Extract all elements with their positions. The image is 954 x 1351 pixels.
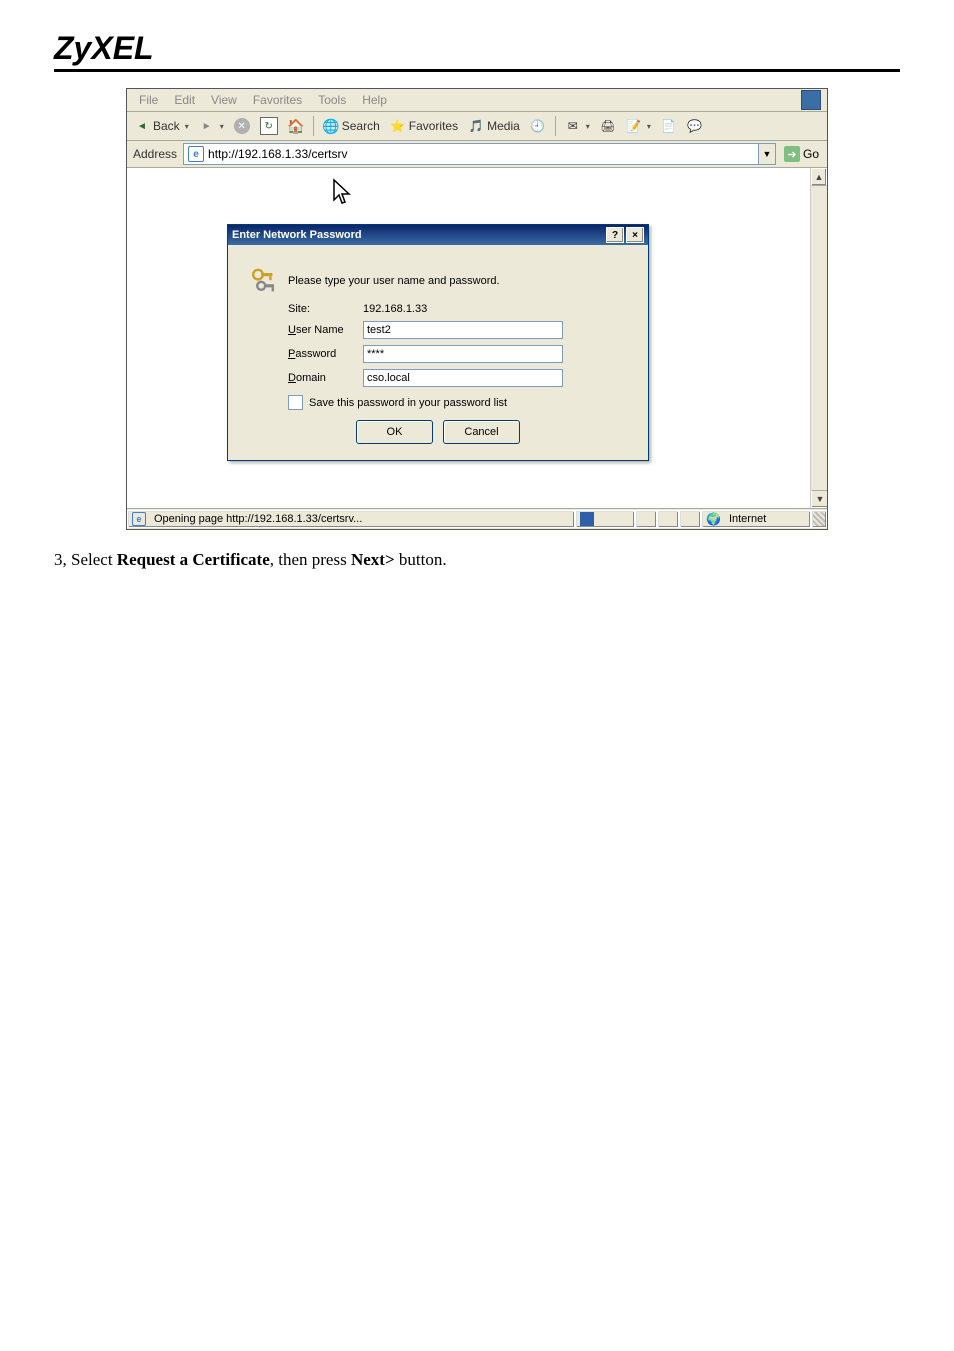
dialog-help-button[interactable]: ?: [606, 227, 624, 243]
doc-logo: ZyXEL: [54, 30, 900, 67]
progress-indicator-icon: [580, 512, 594, 526]
favorites-button[interactable]: Favorites: [387, 117, 461, 135]
auth-dialog: Enter Network Password ? ×: [227, 224, 649, 461]
status-zone: Internet: [701, 510, 811, 528]
search-icon: [323, 118, 339, 134]
address-label: Address: [131, 147, 179, 161]
print-button[interactable]: [597, 117, 619, 135]
back-arrow-icon: [134, 118, 150, 134]
go-icon: ➜: [784, 146, 800, 162]
home-button[interactable]: [285, 117, 307, 135]
refresh-button[interactable]: ↻: [257, 116, 281, 136]
username-input[interactable]: [363, 321, 563, 339]
status-message: Opening page http://192.168.1.33/certsrv…: [154, 513, 362, 525]
menu-favorites[interactable]: Favorites: [245, 93, 310, 107]
windows-flag-icon: [801, 90, 821, 110]
go-button[interactable]: ➜ Go: [780, 146, 823, 162]
page-icon: [661, 118, 677, 134]
username-label: User Name: [288, 324, 363, 336]
discuss-icon: [687, 118, 703, 134]
favorites-label: Favorites: [409, 119, 458, 133]
scroll-up-button[interactable]: ▲: [811, 168, 827, 186]
status-progress-cell: [575, 510, 635, 528]
vertical-scrollbar[interactable]: ▲ ▼: [810, 168, 827, 508]
forward-arrow-icon: [199, 118, 215, 134]
doc-horizontal-rule: [54, 69, 900, 72]
save-password-checkbox[interactable]: [288, 395, 303, 410]
toolbar: Back ✕ ↻ Search Favorites: [127, 112, 827, 141]
domain-label: Domain: [288, 372, 363, 384]
ie-window: File Edit View Favorites Tools Help Back…: [126, 88, 828, 530]
keys-icon: [250, 265, 282, 297]
address-dropdown[interactable]: ▼: [759, 143, 776, 165]
history-button[interactable]: [527, 117, 549, 135]
favorites-icon: [390, 118, 406, 134]
back-button[interactable]: Back: [131, 117, 192, 135]
mail-icon: [565, 118, 581, 134]
status-message-cell: Opening page http://192.168.1.33/certsrv…: [127, 510, 575, 528]
ie-page-icon: [188, 146, 204, 162]
media-label: Media: [487, 119, 520, 133]
dialog-close-button[interactable]: ×: [626, 227, 644, 243]
status-zone-text: Internet: [729, 513, 766, 525]
browser-viewport: ▲ ▼ Enter Network Password ? ×: [127, 168, 827, 508]
resize-grip-icon[interactable]: [811, 510, 827, 528]
menu-view[interactable]: View: [203, 93, 245, 107]
password-input[interactable]: [363, 345, 563, 363]
internet-zone-icon: [706, 512, 725, 526]
password-label: Password: [288, 348, 363, 360]
menu-help[interactable]: Help: [354, 93, 395, 107]
ok-button[interactable]: OK: [356, 420, 433, 444]
forward-button[interactable]: [196, 117, 227, 135]
toolbar-separator-2: [555, 116, 556, 136]
domain-input[interactable]: [363, 369, 563, 387]
media-button[interactable]: Media: [465, 117, 523, 135]
media-icon: [468, 118, 484, 134]
save-password-label: Save this password in your password list: [309, 397, 507, 409]
discuss-button[interactable]: [684, 117, 706, 135]
stop-button[interactable]: ✕: [231, 117, 253, 135]
status-mini-2: [657, 510, 679, 528]
page-button[interactable]: [658, 117, 680, 135]
address-input[interactable]: http://192.168.1.33/certsrv: [183, 143, 759, 165]
history-icon: [530, 118, 546, 134]
menu-file[interactable]: File: [131, 93, 166, 107]
cancel-button[interactable]: Cancel: [443, 420, 520, 444]
search-label: Search: [342, 119, 380, 133]
status-bar: Opening page http://192.168.1.33/certsrv…: [127, 508, 827, 529]
site-value: 192.168.1.33: [363, 303, 427, 315]
status-mini-3: [679, 510, 701, 528]
home-icon: [288, 118, 304, 134]
scroll-down-button[interactable]: ▼: [811, 490, 827, 508]
edit-icon: [626, 118, 642, 134]
status-ie-icon: [132, 512, 150, 526]
address-bar: Address http://192.168.1.33/certsrv ▼ ➜ …: [127, 141, 827, 168]
stop-icon: ✕: [234, 118, 250, 134]
mouse-cursor-icon: [332, 178, 352, 206]
search-button[interactable]: Search: [320, 117, 383, 135]
back-label: Back: [153, 119, 180, 133]
refresh-icon: ↻: [260, 117, 278, 135]
menu-edit[interactable]: Edit: [166, 93, 203, 107]
toolbar-separator-1: [313, 116, 314, 136]
instruction-text: 3, Select Request a Certificate, then pr…: [54, 548, 900, 572]
site-label: Site:: [288, 303, 363, 315]
edit-dropdown[interactable]: [623, 117, 654, 135]
address-url: http://192.168.1.33/certsrv: [208, 147, 347, 161]
dialog-title-text: Enter Network Password: [232, 229, 362, 241]
print-icon: [600, 118, 616, 134]
menu-bar: File Edit View Favorites Tools Help: [127, 89, 827, 112]
dialog-prompt: Please type your user name and password.: [288, 275, 500, 287]
dialog-body: Please type your user name and password.…: [228, 245, 648, 460]
go-label: Go: [803, 147, 819, 161]
mail-button[interactable]: [562, 117, 593, 135]
dialog-titlebar[interactable]: Enter Network Password ? ×: [228, 225, 648, 245]
menu-tools[interactable]: Tools: [310, 93, 354, 107]
status-mini-1: [635, 510, 657, 528]
